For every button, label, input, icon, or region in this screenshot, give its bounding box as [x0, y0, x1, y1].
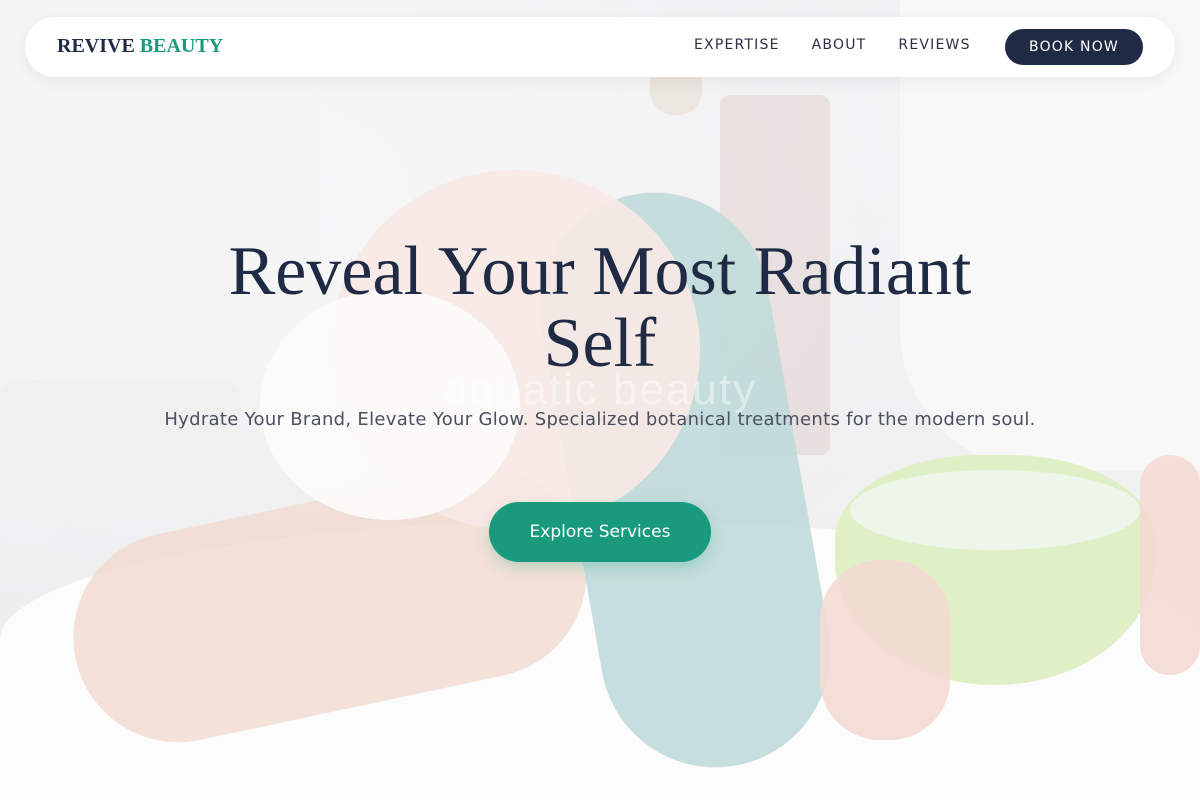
explore-services-button[interactable]: Explore Services [489, 502, 711, 562]
nav-links: EXPERTISE ABOUT REVIEWS [694, 37, 971, 53]
brand-name-primary: REVIVE [57, 35, 135, 57]
top-navigation: REVIVE BEAUTY EXPERTISE ABOUT REVIEWS BO… [25, 17, 1175, 77]
nav-link-reviews[interactable]: REVIEWS [898, 37, 970, 53]
brand-name-accent: BEAUTY [139, 35, 224, 57]
nav-link-about[interactable]: ABOUT [812, 37, 867, 53]
hero-title: Reveal Your Most Radiant Self [228, 233, 972, 382]
hero-subtitle: Hydrate Your Brand, Elevate Your Glow. S… [164, 409, 1036, 430]
brand-logo[interactable]: REVIVE BEAUTY [57, 35, 223, 58]
nav-link-expertise[interactable]: EXPERTISE [694, 37, 780, 53]
book-now-button[interactable]: BOOK NOW [1005, 29, 1143, 65]
